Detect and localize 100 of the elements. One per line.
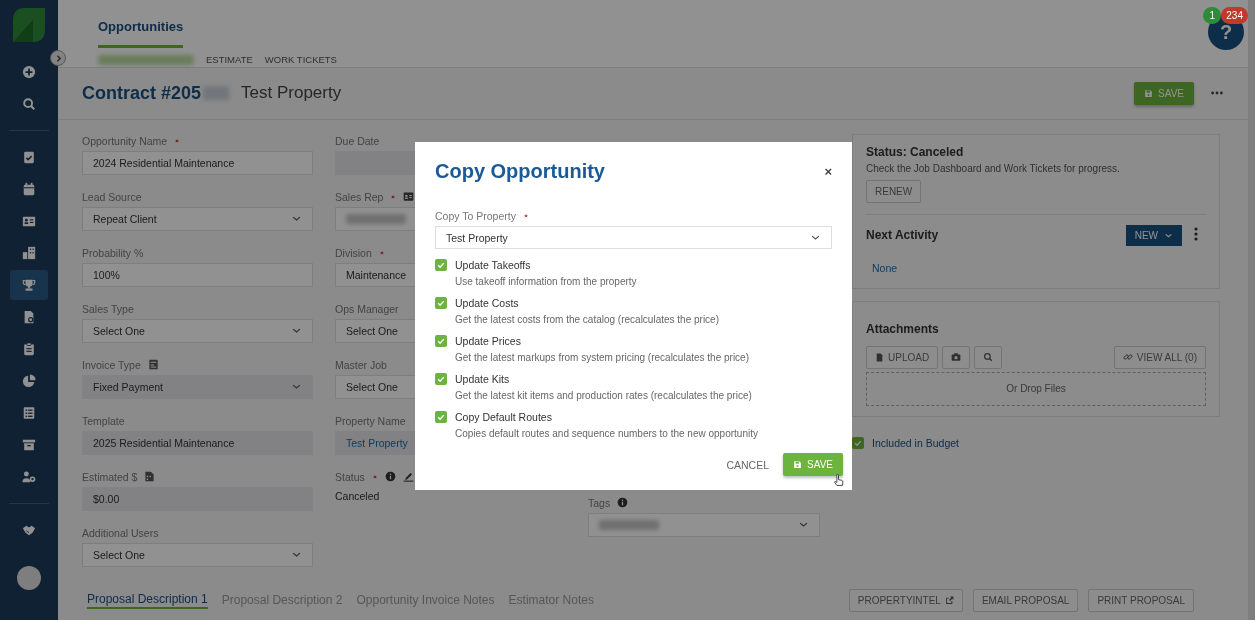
view-all-button[interactable]: VIEW ALL (0) <box>1113 345 1206 369</box>
document-gear-icon <box>22 310 36 324</box>
checkbox-label: Update Takeoffs <box>455 259 532 271</box>
checkbox[interactable] <box>852 436 864 449</box>
search-icon <box>22 97 36 111</box>
save-icon <box>1144 88 1154 98</box>
field-label: Sales Type <box>82 302 134 315</box>
file-icon <box>875 352 884 362</box>
save-button[interactable]: SAVE <box>783 453 843 476</box>
action-button[interactable]: EMAIL PROPOSAL <box>972 589 1079 613</box>
field-label: Additional Users <box>82 526 159 539</box>
expand-sidebar-button[interactable] <box>50 50 66 66</box>
input-field[interactable]: 100% <box>82 262 313 287</box>
save-icon <box>793 460 803 469</box>
checkbox[interactable] <box>435 335 447 347</box>
checkbox[interactable] <box>435 411 447 423</box>
handshake-icon <box>22 523 36 537</box>
building-icon <box>22 246 36 260</box>
redacted-text <box>203 86 230 101</box>
field-label: Due Date <box>335 134 380 147</box>
checkbox[interactable] <box>435 373 447 385</box>
people-gear-icon <box>22 470 36 484</box>
checkmark-icon <box>436 374 446 384</box>
checkbox[interactable] <box>435 297 447 309</box>
option-description: Get the latest costs from the catalog (recalculates the price) <box>455 314 720 325</box>
renew-button[interactable]: RENEW <box>866 179 922 203</box>
option-description: Get the latest markups from system pricing (recalculates the price) <box>455 352 750 363</box>
input-field[interactable]: $0.00 <box>82 486 313 511</box>
camera-icon <box>951 352 962 363</box>
calculator-icon <box>144 471 156 483</box>
clipboard-check-icon <box>22 150 36 164</box>
list-icon <box>22 406 36 420</box>
option-description: Copies default routes and sequence numbers to the new opportunity <box>455 428 759 439</box>
clipboard-icon <box>22 342 36 356</box>
checkbox-label: Update Prices <box>455 335 522 347</box>
page-title: Opportunities <box>98 19 184 48</box>
tab[interactable]: Proposal Description 1 <box>87 592 208 610</box>
field-label: Template <box>82 414 125 427</box>
field-label: Opportunity Name <box>82 134 168 147</box>
contact-card-icon <box>22 214 36 228</box>
redacted-text <box>346 213 406 224</box>
checkbox-label: Included in Budget <box>872 436 959 449</box>
checkmark-icon <box>436 336 446 346</box>
checkbox-label: Update Costs <box>455 297 520 309</box>
activity-value: None <box>872 261 898 274</box>
checkmark-icon <box>436 260 446 270</box>
field-label: Sales Rep <box>335 190 384 203</box>
field-label: Invoice Type <box>82 358 141 371</box>
action-button[interactable]: PROPERTYINTEL <box>848 589 963 613</box>
select-field[interactable]: Repeat Client <box>82 206 313 231</box>
field-label: Ops Manager <box>335 302 399 315</box>
pencil-icon <box>402 471 414 483</box>
field-label: Status <box>335 470 365 483</box>
field-label: Probability % <box>82 246 144 259</box>
new-button[interactable]: NEW <box>1125 224 1182 246</box>
upload-button[interactable]: UPLOAD <box>866 345 939 369</box>
close-button[interactable]: × <box>824 164 832 179</box>
select-field[interactable] <box>588 512 820 537</box>
property-name: Test Property <box>241 83 342 104</box>
checkbox-label: Update Kits <box>455 373 511 385</box>
link-icon <box>1122 352 1133 363</box>
field-label: Division <box>335 246 372 259</box>
select-field[interactable]: Select One <box>82 542 313 567</box>
contract-number: Contract #205 <box>82 82 202 104</box>
input-field[interactable]: 2024 Residential Maintenance <box>82 150 313 175</box>
field-label: Copy To Property <box>435 210 516 222</box>
checkmark-icon <box>436 412 446 422</box>
tab[interactable]: WORK TICKETS <box>264 54 337 65</box>
field-value: Canceled <box>335 489 380 502</box>
section-title: Next Activity <box>866 228 939 243</box>
kebab-menu-icon <box>1194 227 1198 242</box>
drop-zone[interactable]: Or Drop Files <box>866 371 1206 406</box>
select-field[interactable]: Fixed Payment <box>82 374 313 399</box>
status-text: Check the Job Dashboard and Work Tickets for progress. <box>866 162 1121 174</box>
checkbox-label: Copy Default Routes <box>455 411 553 423</box>
pie-chart-icon <box>22 374 36 388</box>
search-icon <box>983 352 994 363</box>
tab[interactable]: ESTIMATE <box>206 54 253 65</box>
info-icon <box>617 497 629 509</box>
checkmark-icon <box>436 298 446 308</box>
redacted-text <box>599 519 659 530</box>
checkbox[interactable] <box>435 259 447 271</box>
cancel-button[interactable]: CANCEL <box>726 458 770 471</box>
select-field[interactable]: Select One <box>82 318 313 343</box>
field-label: Lead Source <box>82 190 142 203</box>
plus-icon <box>22 65 36 79</box>
scrollbar[interactable] <box>1248 0 1255 620</box>
action-button[interactable]: PRINT PROPOSAL <box>1088 589 1194 613</box>
search-button[interactable] <box>974 345 1003 369</box>
field-label: Master Job <box>335 358 387 371</box>
count-badge: 1 <box>1203 7 1222 24</box>
avatar[interactable] <box>17 566 41 590</box>
sidebar-item[interactable] <box>10 270 48 300</box>
count-badge: 234 <box>1221 7 1248 24</box>
select-field[interactable]: Test Property <box>435 226 832 249</box>
camera-button[interactable] <box>942 345 971 369</box>
field-label: Estimated $ <box>82 470 138 483</box>
input-field[interactable]: 2025 Residential Maintenance <box>82 430 313 455</box>
invoice-icon <box>147 359 159 371</box>
section-title: Attachments <box>866 321 940 336</box>
